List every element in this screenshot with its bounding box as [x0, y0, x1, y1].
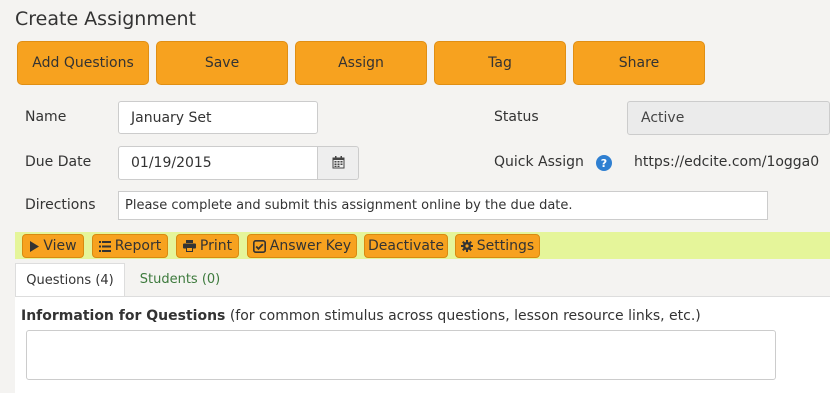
info-heading-note: (for common stimulus across questions, l… [225, 308, 701, 324]
deactivate-button[interactable]: Deactivate [364, 234, 448, 258]
name-label: Name [25, 109, 67, 125]
view-button[interactable]: View [22, 234, 84, 258]
tag-button[interactable]: Tag [434, 41, 566, 85]
quick-assign-label: Quick Assign [494, 154, 584, 170]
answer-key-button[interactable]: Answer Key [247, 234, 357, 258]
play-icon [29, 240, 40, 252]
print-button[interactable]: Print [176, 234, 239, 258]
quick-assign-url: https://edcite.com/1ogga0 [634, 154, 820, 170]
report-label: Report [114, 238, 162, 254]
info-heading: Information for Questions (for common st… [21, 308, 701, 324]
tab-students[interactable]: Students (0) [125, 263, 235, 296]
status-field: Active [627, 101, 830, 135]
due-date-field[interactable]: 01/19/2015 [118, 146, 318, 180]
name-field[interactable]: January Set [118, 101, 318, 134]
view-label: View [43, 238, 77, 254]
info-heading-bold: Information for Questions [21, 308, 226, 324]
calendar-icon [332, 154, 345, 173]
gear-icon [460, 240, 473, 252]
tab-questions[interactable]: Questions (4) [15, 263, 125, 296]
directions-field[interactable]: Please complete and submit this assignme… [118, 191, 768, 220]
check-icon [252, 239, 266, 253]
print-icon [182, 240, 196, 252]
help-icon[interactable]: ? [596, 155, 612, 171]
report-button[interactable]: Report [92, 234, 168, 258]
save-button[interactable]: Save [156, 41, 288, 85]
share-button[interactable]: Share [573, 41, 705, 85]
calendar-button[interactable] [318, 146, 359, 180]
add-questions-button[interactable]: Add Questions [17, 41, 149, 85]
answer-key-label: Answer Key [269, 238, 352, 254]
settings-button[interactable]: Settings [455, 234, 540, 258]
info-textarea[interactable] [26, 330, 776, 380]
assign-button[interactable]: Assign [295, 41, 427, 85]
print-label: Print [199, 238, 233, 254]
page-title: Create Assignment [15, 8, 197, 30]
directions-label: Directions [25, 197, 96, 213]
due-date-label: Due Date [25, 154, 92, 170]
settings-label: Settings [476, 238, 535, 254]
status-label: Status [494, 109, 539, 125]
list-icon [98, 240, 111, 252]
